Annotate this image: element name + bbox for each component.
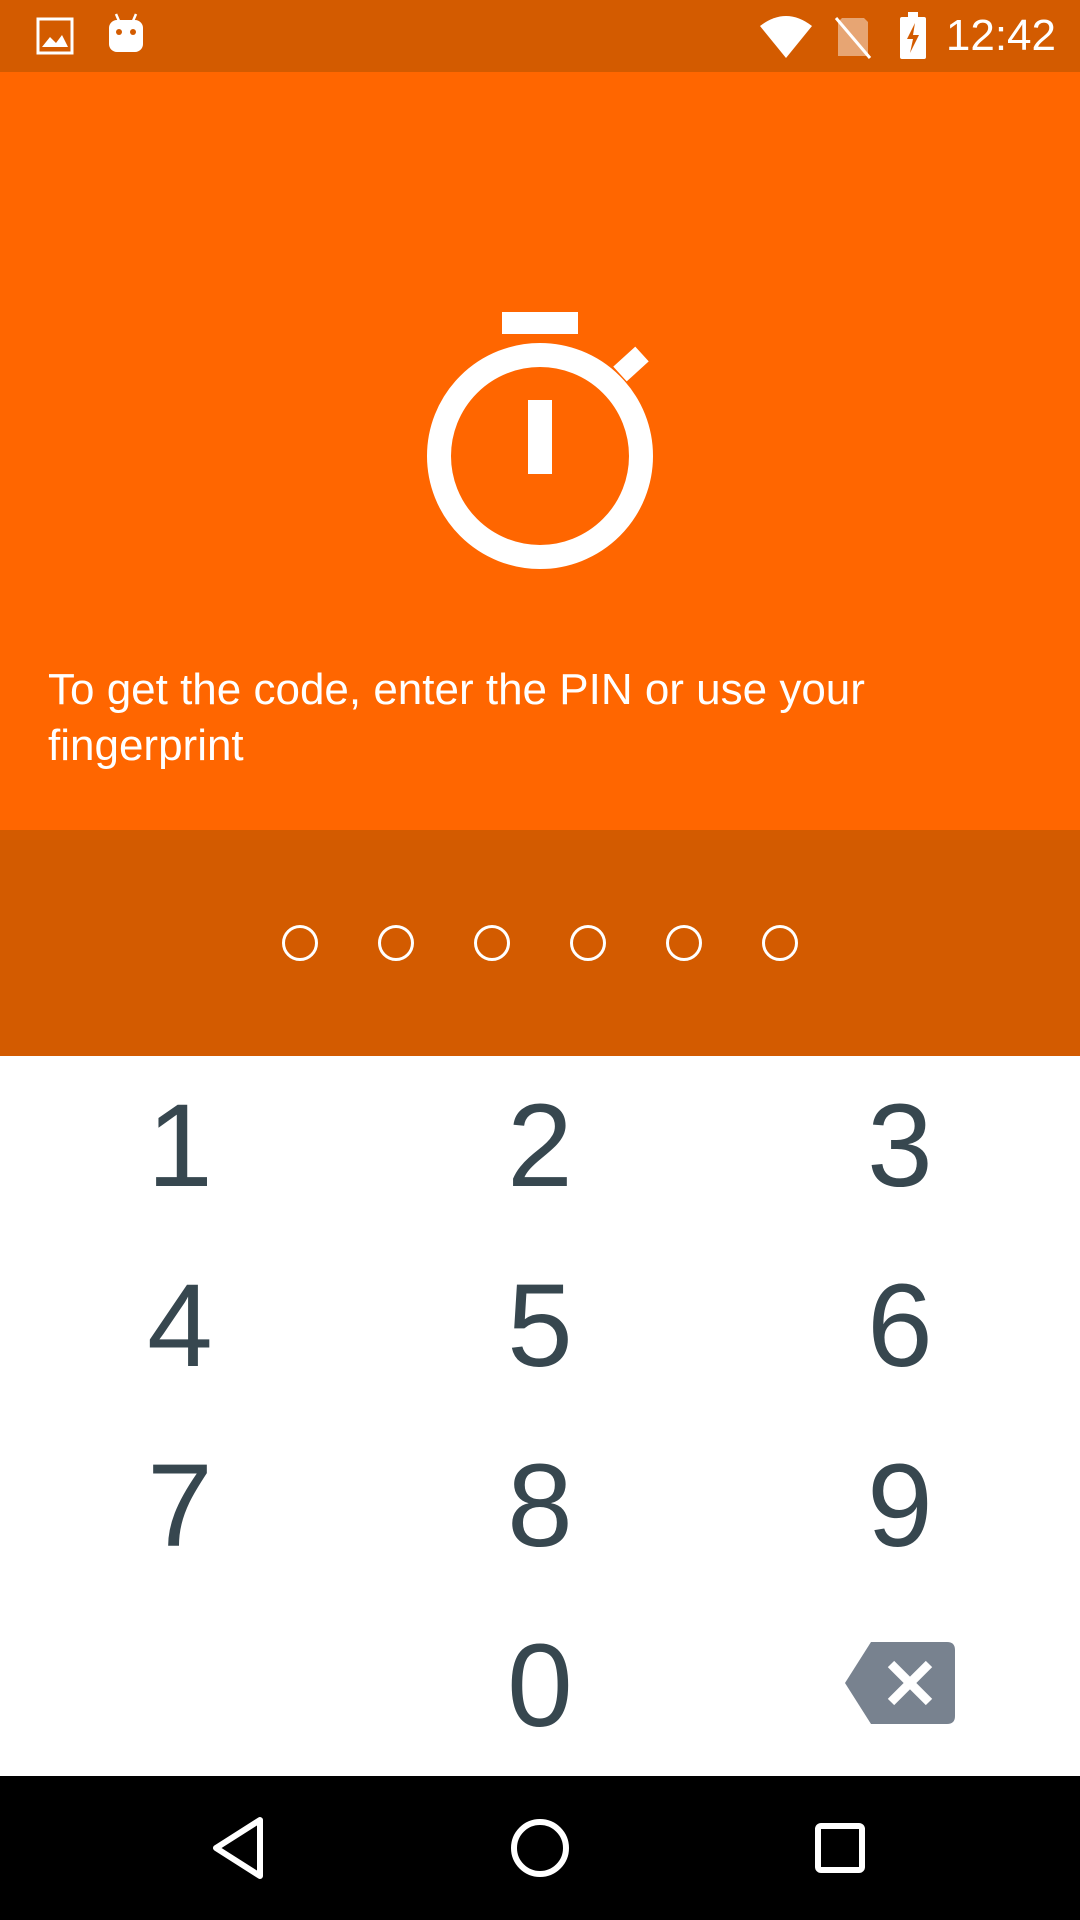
recents-icon[interactable] — [804, 1812, 876, 1884]
battery-charging-icon — [898, 12, 928, 60]
back-icon[interactable] — [204, 1812, 276, 1884]
pin-dot — [282, 925, 318, 961]
pin-dot — [666, 925, 702, 961]
pin-indicator-area — [0, 830, 1080, 1056]
android-icon — [106, 12, 146, 56]
backspace-icon — [843, 1618, 957, 1754]
pin-dot — [570, 925, 606, 961]
hero-panel: To get the code, enter the PIN or use yo… — [0, 72, 1080, 830]
timer-icon — [420, 312, 660, 572]
key-3[interactable]: 3 — [720, 1056, 1080, 1236]
key-5[interactable]: 5 — [360, 1236, 720, 1416]
key-8[interactable]: 8 — [360, 1416, 720, 1596]
status-bar: 12:42 — [0, 0, 1080, 72]
pin-dot — [762, 925, 798, 961]
numeric-keypad: 1 2 3 4 5 6 7 8 9 0 — [0, 1056, 1080, 1776]
navigation-bar — [0, 1776, 1080, 1920]
pin-prompt-message: To get the code, enter the PIN or use yo… — [48, 665, 865, 770]
no-sim-icon — [832, 14, 872, 60]
status-time: 12:42 — [945, 11, 1056, 60]
wifi-icon — [758, 14, 814, 58]
pin-dots — [0, 830, 1080, 1056]
key-4[interactable]: 4 — [0, 1236, 360, 1416]
key-6[interactable]: 6 — [720, 1236, 1080, 1416]
key-7[interactable]: 7 — [0, 1416, 360, 1596]
backspace-button[interactable] — [720, 1596, 1080, 1776]
image-icon — [36, 17, 74, 55]
home-icon[interactable] — [504, 1812, 576, 1884]
pin-dot — [474, 925, 510, 961]
key-0[interactable]: 0 — [360, 1596, 720, 1776]
key-1[interactable]: 1 — [0, 1056, 360, 1236]
key-2[interactable]: 2 — [360, 1056, 720, 1236]
key-9[interactable]: 9 — [720, 1416, 1080, 1596]
pin-dot — [378, 925, 414, 961]
